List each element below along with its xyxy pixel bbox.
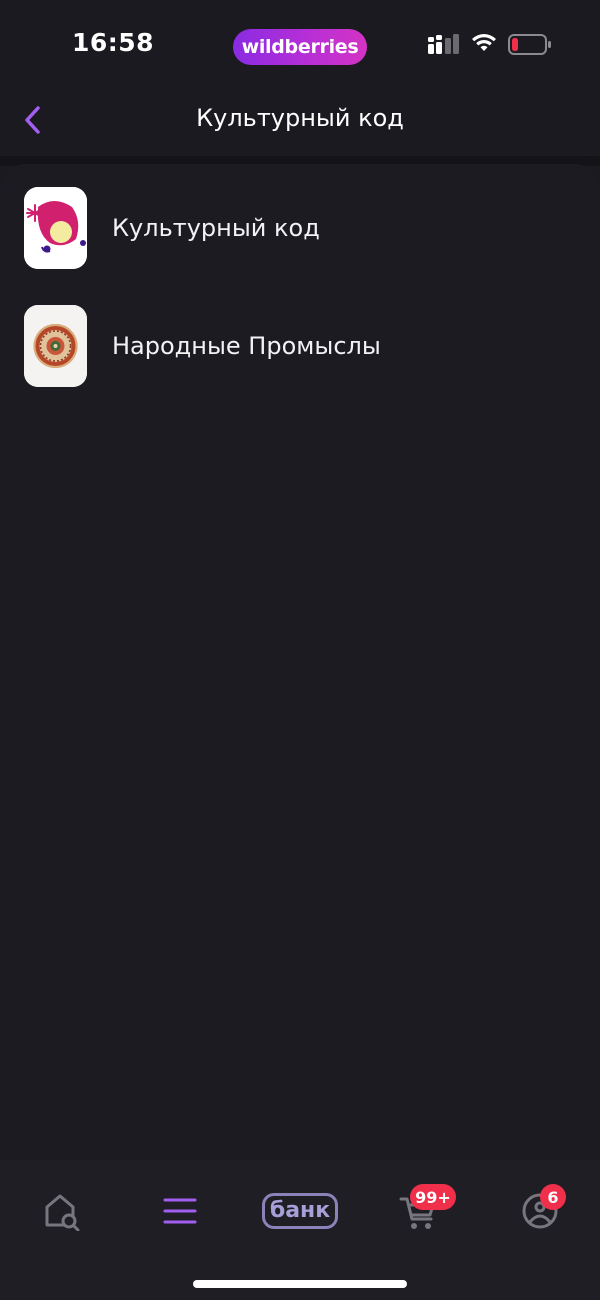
list-item-label: Народные Промыслы [112,332,381,360]
brand-pill: wildberries [233,29,367,65]
header-bar: Культурный код [0,80,600,156]
bank-label: банк [262,1193,338,1229]
nav-home-search[interactable] [40,1188,84,1234]
app-screen: 16:58 wildberries Культурный код Культур… [0,0,600,1300]
content-panel: Культурный код Народные Промыслы [0,164,600,1174]
profile-badge: 6 [540,1184,566,1210]
status-bar: 16:58 wildberries [0,0,600,92]
home-indicator[interactable] [193,1280,407,1288]
nav-bank[interactable]: банк [260,1188,340,1234]
status-time: 16:58 [72,28,155,57]
list-item-label: Культурный код [112,214,320,242]
nav-catalog[interactable] [160,1188,200,1234]
chevron-left-icon [25,106,40,134]
folk-crafts-plate-icon [24,305,87,387]
wifi-icon [472,34,496,51]
page-title: Культурный код [196,104,404,132]
culture-code-logo-icon [24,187,87,269]
list-item-culture-code[interactable]: Культурный код [0,178,600,278]
menu-lines-icon [163,1198,197,1224]
bottom-nav: банк 99+ 6 [0,1160,600,1300]
cart-badge: 99+ [410,1184,456,1210]
list-item-folk-crafts[interactable]: Народные Промыслы [0,296,600,396]
battery-low-icon [508,34,551,55]
cellular-signal-icon [428,34,459,54]
back-button[interactable] [18,102,48,138]
home-search-icon [45,1194,80,1231]
